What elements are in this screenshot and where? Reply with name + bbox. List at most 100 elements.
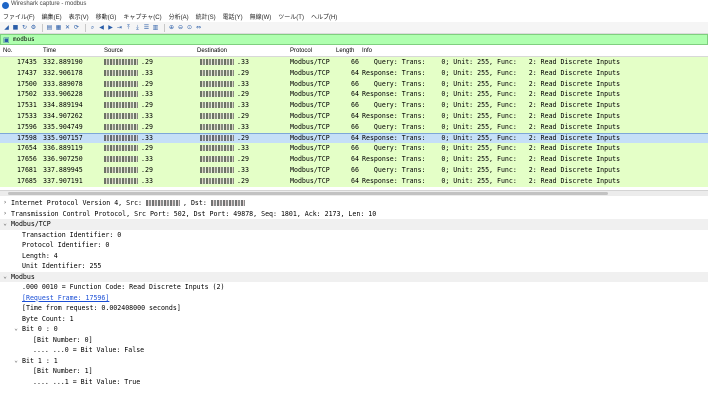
- packet-row-selected[interactable]: 17598 335.907157 .33 .29 Modbus/TCP 64 Respons…: [0, 132, 708, 144]
- menu-item[interactable]: キャプチャ(C): [123, 12, 161, 21]
- menu-item[interactable]: 移動(G): [96, 12, 117, 21]
- address-suffix: .29: [237, 90, 249, 99]
- packet-row[interactable]: 17500 333.889078 .29 .33 Modbus/TCP 66 Query:…: [0, 78, 708, 90]
- tree-item-modbus[interactable]: ⌄ Modbus: [0, 271, 708, 283]
- menu-item[interactable]: ヘルプ(H): [311, 12, 337, 21]
- packet-source: .33: [104, 134, 153, 143]
- collapse-arrow-icon[interactable]: ⌄: [2, 272, 8, 283]
- options-icon[interactable]: ⚙: [30, 24, 37, 31]
- tree-item-modbus-tcp[interactable]: ⌄ Modbus/TCP: [0, 219, 708, 230]
- packet-number: 17598: [17, 133, 37, 142]
- zoom-out-icon[interactable]: ⊖: [177, 24, 184, 31]
- tree-item-byte-count[interactable]: Byte Count: 1: [0, 314, 708, 325]
- tree-item-request-frame[interactable]: [Request Frame: 17596]: [0, 293, 708, 304]
- address-suffix: .29: [141, 58, 153, 66]
- packet-row[interactable]: 17656 336.907250 .33 .29 Modbus/TCP 64 Respons…: [0, 154, 708, 166]
- tree-item-unit-id[interactable]: Unit Identifier: 255: [0, 261, 708, 272]
- packet-info: Response: Trans: 0; Unit: 255, Func: 2: …: [362, 176, 621, 185]
- menu-item[interactable]: 統計(S): [196, 12, 216, 21]
- packet-length: 64: [351, 112, 359, 120]
- colorize-icon[interactable]: ▥: [152, 24, 159, 31]
- packet-row[interactable]: 17435 332.889190 .29 .33 Modbus/TCP 66 Query:…: [0, 57, 708, 68]
- menu-item[interactable]: 無線(W): [250, 12, 272, 21]
- address-suffix: .29: [237, 133, 249, 142]
- tree-item-bit-1-value[interactable]: .... ...1 = Bit Value: True: [0, 377, 708, 388]
- tree-item-time-from-request[interactable]: [Time from request: 0.002408000 seconds]: [0, 303, 708, 314]
- redacted-address: [104, 177, 138, 184]
- shark-fin-icon[interactable]: ◢: [3, 24, 10, 31]
- packet-row[interactable]: 17654 336.889119 .29 .33 Modbus/TCP 66 Query:…: [0, 143, 708, 155]
- packet-row[interactable]: 17502 333.906228 .33 .29 Modbus/TCP 64 Respons…: [0, 89, 708, 101]
- go-to-icon[interactable]: ⇥: [116, 24, 123, 31]
- address-suffix: .33: [141, 112, 153, 120]
- packet-row[interactable]: 17596 335.904749 .29 .33 Modbus/TCP 66 Query:…: [0, 121, 708, 133]
- column-header-info[interactable]: Info: [362, 48, 372, 54]
- zoom-in-icon[interactable]: ⊕: [168, 24, 175, 31]
- tree-item-function-code[interactable]: .000 0010 = Function Code: Read Discrete…: [0, 282, 708, 293]
- menu-item[interactable]: 表示(V): [69, 12, 89, 21]
- tree-item-bit-0-number[interactable]: [Bit Number: 0]: [0, 335, 708, 346]
- packet-destination: .29: [200, 68, 249, 79]
- packet-destination: .33: [200, 122, 249, 133]
- bookmark-icon[interactable]: ▣: [3, 36, 11, 44]
- scrollbar-thumb[interactable]: [8, 192, 608, 195]
- stop-icon[interactable]: ■: [12, 24, 19, 31]
- packet-row[interactable]: 17437 332.906178 .33 .29 Modbus/TCP 64 Respons…: [0, 67, 708, 79]
- column-header-source[interactable]: Source: [104, 48, 123, 54]
- menu-item[interactable]: 編集(E): [42, 12, 62, 21]
- expand-arrow-icon[interactable]: ›: [2, 198, 8, 209]
- menu-item[interactable]: ファイル(F): [3, 12, 35, 21]
- collapse-arrow-icon[interactable]: ⌄: [2, 219, 8, 230]
- tree-item-ip[interactable]: › Internet Protocol Version 4, Src: , Ds…: [0, 198, 708, 209]
- open-icon[interactable]: ▤: [46, 24, 53, 31]
- restart-icon[interactable]: ↻: [21, 24, 28, 31]
- resize-columns-icon[interactable]: ⇔: [195, 24, 202, 31]
- menu-item[interactable]: ツール(T): [278, 12, 304, 21]
- autoscroll-icon[interactable]: ☰: [143, 24, 150, 31]
- packet-row[interactable]: 17533 334.907262 .33 .29 Modbus/TCP 64 Respons…: [0, 111, 708, 122]
- zoom-reset-icon[interactable]: ⊙: [186, 24, 193, 31]
- column-header-length[interactable]: Length: [336, 48, 354, 54]
- display-filter-input[interactable]: [13, 36, 613, 43]
- save-icon[interactable]: ▦: [55, 24, 62, 31]
- packet-row[interactable]: 17681 337.889945 .29 .33 Modbus/TCP 66 Query:…: [0, 165, 708, 176]
- packet-time: 332.906178: [43, 68, 83, 77]
- back-icon[interactable]: ◀: [98, 24, 105, 31]
- last-icon[interactable]: ⤓: [134, 24, 141, 31]
- menu-item[interactable]: 分析(A): [169, 12, 189, 21]
- redacted-address: [200, 167, 234, 173]
- column-header-protocol[interactable]: Protocol: [290, 48, 312, 54]
- column-header-time[interactable]: Time: [43, 48, 56, 54]
- packet-row[interactable]: 17531 334.889194 .29 .33 Modbus/TCP 66 Query:…: [0, 100, 708, 112]
- packet-time: 333.906228: [43, 90, 83, 99]
- find-icon[interactable]: ⌕: [89, 24, 96, 31]
- packet-time: 336.907250: [43, 155, 83, 164]
- tree-item-bit-0[interactable]: ⌄ Bit 0 : 0: [0, 324, 708, 335]
- column-header-no[interactable]: No.: [3, 48, 12, 54]
- menu-item[interactable]: 電話(Y): [223, 12, 243, 21]
- packet-length: 66: [351, 166, 359, 174]
- packet-destination: .29: [200, 111, 249, 122]
- collapse-arrow-icon[interactable]: ⌄: [13, 356, 19, 367]
- redacted-address: [104, 167, 138, 173]
- tree-item-transaction-id[interactable]: Transaction Identifier: 0: [0, 230, 708, 241]
- packet-row[interactable]: 17685 337.907191 .33 .29 Modbus/TCP 64 Respons…: [0, 175, 708, 187]
- address-suffix: .29: [141, 101, 153, 110]
- tree-item-protocol-id[interactable]: Protocol Identifier: 0: [0, 240, 708, 251]
- first-icon[interactable]: ⤒: [125, 24, 132, 31]
- address-suffix: .33: [237, 122, 249, 131]
- column-header-destination[interactable]: Destination: [197, 48, 227, 54]
- packet-time: 335.904749: [43, 122, 83, 131]
- packet-list-scrollbar[interactable]: [0, 190, 708, 196]
- tree-item-bit-1-number[interactable]: [Bit Number: 1]: [0, 366, 708, 377]
- forward-icon[interactable]: ▶: [107, 24, 114, 31]
- collapse-arrow-icon[interactable]: ⌄: [13, 324, 19, 335]
- reload-icon[interactable]: ⟳: [73, 24, 80, 31]
- request-frame-link[interactable]: [Request Frame: 17596]: [22, 293, 109, 304]
- tree-item-length[interactable]: Length: 4: [0, 251, 708, 262]
- tree-item-bit-1[interactable]: ⌄ Bit 1 : 1: [0, 356, 708, 367]
- close-file-icon[interactable]: ✕: [64, 24, 71, 31]
- tree-item-tcp[interactable]: › Transmission Control Protocol, Src Por…: [0, 209, 708, 220]
- expand-arrow-icon[interactable]: ›: [2, 209, 8, 220]
- tree-item-bit-0-value[interactable]: .... ...0 = Bit Value: False: [0, 345, 708, 356]
